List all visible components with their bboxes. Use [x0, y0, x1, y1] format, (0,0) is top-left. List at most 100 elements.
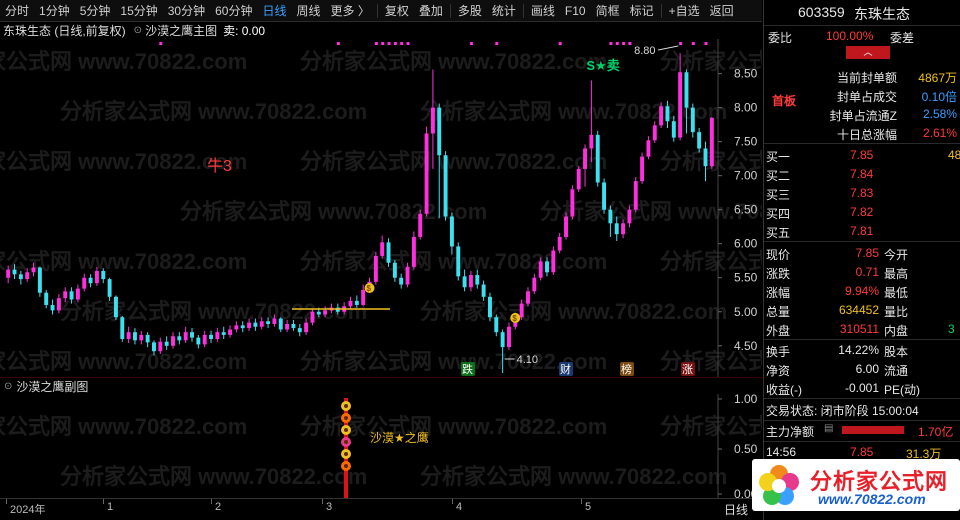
sell-signal-label: S★卖 — [586, 58, 619, 73]
candle-body — [570, 189, 575, 217]
price-tick-label: 8.00 — [734, 101, 758, 115]
candle-body — [126, 332, 131, 339]
candle-body — [443, 155, 448, 217]
candle-body — [709, 117, 714, 167]
price-tick-label: 7.00 — [734, 169, 758, 183]
toolbar-item[interactable]: 简框 — [591, 0, 625, 22]
candle-body — [665, 106, 670, 122]
sub-tick-label: 0.50 — [734, 442, 758, 456]
signal-dot — [691, 42, 695, 45]
date-tick-mark — [6, 499, 7, 504]
watermark-text: 分析家公式网 www.70822.com — [0, 349, 247, 374]
quote-value: 0.71 — [855, 265, 879, 279]
candle-body — [316, 311, 321, 315]
signal-dot — [381, 42, 385, 45]
candle-body — [500, 332, 505, 348]
sub-tick-label: 1.00 — [734, 394, 758, 406]
candle-body — [659, 106, 664, 126]
quote-value-2: 3 — [948, 322, 955, 336]
quote-row: 总量 634452 量比 — [764, 301, 960, 320]
candle-body — [107, 279, 112, 297]
quote2-label: 换手 — [766, 345, 791, 359]
toolbar-item[interactable]: 更多 〉 — [326, 0, 375, 22]
candle-body — [576, 168, 581, 190]
sub-indicator-name[interactable]: 沙漠之鹰副图 — [16, 378, 88, 395]
price-tick-label: 4.50 — [734, 339, 758, 353]
signal-dot — [704, 42, 708, 45]
candle-body — [646, 140, 651, 157]
candle-body — [145, 334, 150, 343]
signal-dot — [400, 42, 404, 45]
sub-indicator-icon[interactable]: ⊙ — [4, 381, 12, 392]
signal-dot — [374, 42, 378, 45]
candle-body — [678, 72, 683, 138]
seal-stat-row: 封单占成交 0.10倍 — [764, 86, 960, 105]
quote-label-2: 最低 — [884, 286, 909, 300]
watermark-text: 分析家公式网 www.70822.com — [660, 414, 762, 439]
candle-body — [538, 261, 543, 278]
toolbar-item[interactable]: F10 — [560, 0, 591, 22]
toolbar-item[interactable]: 统计 — [487, 0, 521, 22]
weibi-value: 100.00% — [826, 29, 874, 43]
candle-body — [671, 121, 676, 138]
watermark-text: 分析家公式网 www.70822.com — [300, 149, 607, 174]
eagle-icon — [341, 425, 351, 435]
event-badge: 涨 — [681, 362, 695, 376]
toolbar-item[interactable]: 30分钟 — [163, 0, 210, 22]
toolbar-item[interactable]: 日线 — [257, 0, 291, 22]
stock-code: 603359 — [798, 4, 845, 20]
toolbar-item[interactable]: 分时 — [0, 0, 34, 22]
candle-body — [190, 332, 194, 338]
quote-value: 7.85 — [855, 246, 879, 260]
money-bag-icon: $ — [364, 282, 375, 293]
sub-chart[interactable]: 分析家公式网 www.70822.com 分析家公式网 www.70822.com… — [0, 394, 762, 498]
candle-body — [608, 209, 613, 224]
candle-body — [621, 223, 626, 235]
toolbar-item[interactable]: 多股 — [453, 0, 487, 22]
quote-value: 9.94% — [844, 284, 879, 298]
event-badge: 榜 — [620, 362, 634, 376]
signal-dot — [615, 42, 619, 45]
tick-price: 7.85 — [850, 445, 874, 459]
seal-stat-label: 十日总涨幅 — [836, 128, 897, 142]
watermark-text: 分析家公式网 www.70822.com — [0, 414, 247, 439]
quote-row: 涨幅 9.94% 最低 — [764, 282, 960, 301]
candle-body — [614, 223, 619, 235]
candle-body — [640, 156, 645, 182]
date-axis: 2024年 1 2 3 4 5 日线 — [0, 498, 762, 520]
candle-body — [221, 332, 226, 335]
collapse-button[interactable]: ︿ — [846, 46, 890, 59]
price-tick-label: 6.00 — [734, 237, 758, 251]
candle-body — [152, 342, 156, 352]
date-tick-label: 5 — [585, 501, 592, 513]
candle-body — [399, 277, 404, 285]
toolbar-item[interactable]: 叠加 — [414, 0, 448, 22]
toolbar-item[interactable]: 返回 — [705, 0, 739, 22]
candle-body — [507, 326, 511, 348]
toolbar-item[interactable]: 标记 — [625, 0, 659, 22]
toolbar-item[interactable]: +自选 — [664, 0, 705, 22]
trade-status: 交易状态: 闭市阶段 15:00:04 — [766, 404, 919, 418]
toolbar-item[interactable]: 复权 — [380, 0, 414, 22]
quote2-value: -0.001 — [844, 381, 879, 395]
signal-dot — [609, 42, 613, 45]
bid-row: 买二 7.84 — [764, 165, 960, 184]
toolbar-item[interactable]: 画线 — [526, 0, 560, 22]
toolbar-item[interactable]: 周线 — [291, 0, 325, 22]
indicator-dropdown-icon[interactable]: ⊙ — [134, 25, 142, 36]
net-flow-icon[interactable]: ▤ — [824, 423, 833, 434]
price-tick-label: 5.50 — [734, 271, 758, 285]
toolbar-item[interactable]: 15分钟 — [115, 0, 162, 22]
sub-signal-label: 沙漠★之鹰 — [370, 430, 429, 445]
toolbar-item[interactable]: 5分钟 — [75, 0, 116, 22]
kline-chart[interactable]: 分析家公式网 www.70822.com 分析家公式网 www.70822.com… — [0, 39, 762, 377]
toolbar-item[interactable]: 60分钟 — [210, 0, 257, 22]
low-price-label: 4.10 — [517, 354, 538, 366]
stock-name: 东珠生态 — [854, 6, 910, 22]
seal-stat-row: 封单占流通Z 2.58% — [764, 105, 960, 124]
toolbar-item[interactable]: 1分钟 — [34, 0, 75, 22]
event-badge: 财 — [559, 362, 573, 376]
quote-label: 涨跌 — [766, 267, 791, 281]
indicator-name[interactable]: 沙漠之鹰主图 — [145, 22, 217, 39]
period-label: 日线 — [724, 503, 749, 517]
